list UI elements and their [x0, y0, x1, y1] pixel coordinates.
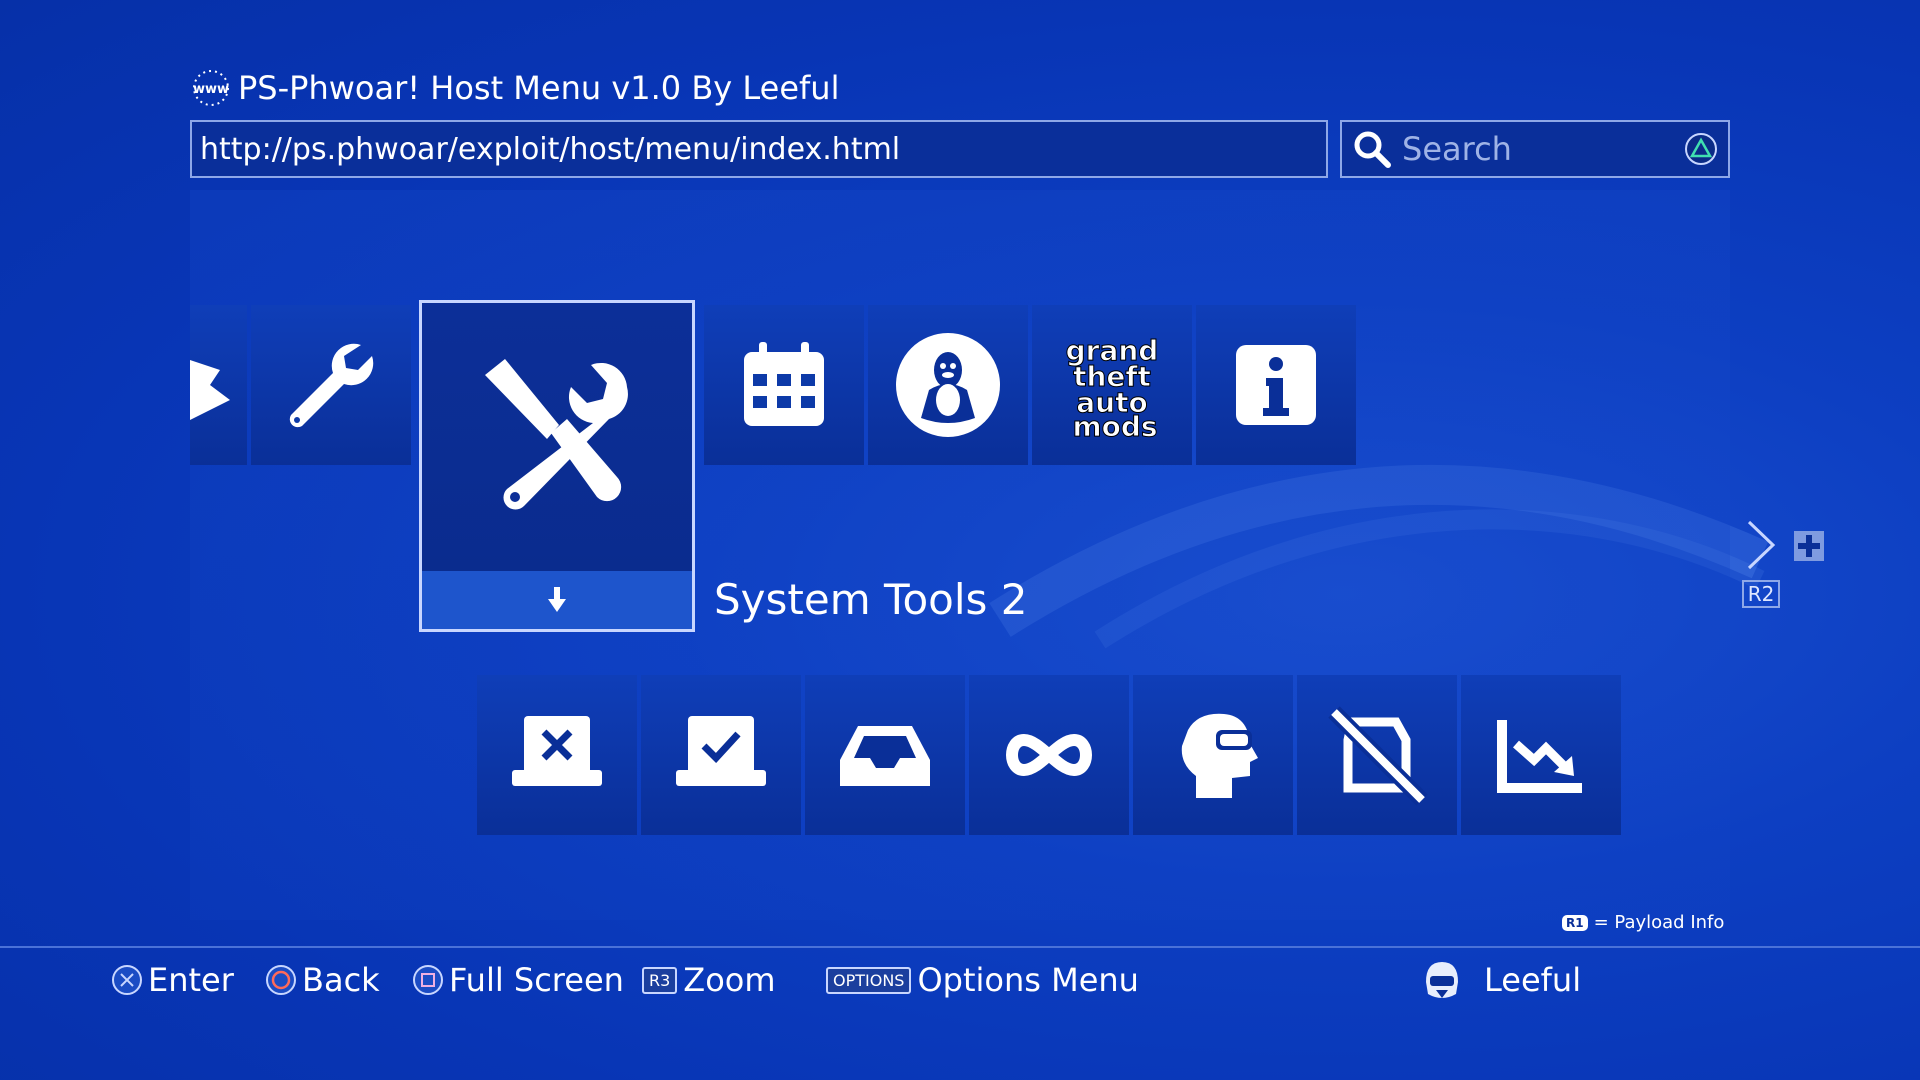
plus-icon: [1794, 531, 1824, 561]
footer-back-label: Back: [302, 961, 380, 999]
footer-full-screen-label: Full Screen: [449, 961, 624, 999]
tile-gta-mods[interactable]: grand theft auto mods: [1032, 305, 1192, 465]
payload-info-text: = Payload Info: [1593, 912, 1725, 933]
tray-check-icon: [676, 716, 766, 786]
tile-tray-x[interactable]: [477, 675, 637, 835]
chevron-right-icon: [1747, 520, 1776, 570]
app-title: www PS-Phwoar! Host Menu v1.0 By Leeful: [190, 68, 839, 108]
linux-tux-icon: [896, 333, 1000, 437]
footer-bar: Enter Back Full Screen R3 Zoom OPTIONS O…: [0, 955, 1920, 1005]
r2-button-hint: R2: [1742, 580, 1780, 608]
tile-head-vr[interactable]: [1133, 675, 1293, 835]
tile-linux[interactable]: [868, 305, 1028, 465]
arrow-down-icon: [548, 587, 566, 612]
search-placeholder: Search: [1402, 130, 1512, 168]
footer-full-screen[interactable]: Full Screen: [413, 955, 624, 1005]
chart-down-icon: [1497, 720, 1582, 793]
footer-divider: [0, 946, 1920, 948]
footer-enter-label: Enter: [148, 961, 234, 999]
tile-calendar[interactable]: [704, 305, 864, 465]
url-text: http://ps.phwoar/exploit/host/menu/index…: [200, 131, 901, 167]
disabled-device-icon: [1328, 706, 1428, 806]
tile-system-tools-2[interactable]: [419, 300, 695, 632]
tray-x-icon: [512, 716, 602, 786]
tile-disabled-device[interactable]: [1297, 675, 1457, 835]
inbox-icon: [840, 726, 930, 786]
footer-zoom[interactable]: R3 Zoom: [642, 955, 776, 1005]
payload-info-hint: R1 = Payload Info: [1562, 912, 1724, 933]
avatar: [1426, 962, 1458, 998]
head-vr-icon: [1181, 713, 1258, 798]
calendar-icon: [744, 342, 824, 426]
tile-tray-check[interactable]: [641, 675, 801, 835]
r1-button-icon: R1: [1562, 914, 1588, 931]
footer-zoom-label: Zoom: [683, 961, 776, 999]
footer-user-name: Leeful: [1484, 961, 1582, 999]
tile-inbox[interactable]: [805, 675, 965, 835]
tile-wrench[interactable]: [251, 305, 411, 465]
selected-item-label: System Tools 2: [714, 575, 1028, 624]
tile-info[interactable]: [1196, 305, 1356, 465]
infinity-icon: [1006, 733, 1092, 777]
square-button-icon: [413, 965, 443, 995]
r3-button-icon: R3: [642, 966, 678, 994]
footer-enter[interactable]: Enter: [112, 955, 234, 1005]
tools-icon: [485, 359, 628, 510]
next-page-nav[interactable]: [1745, 518, 1824, 576]
wrench-icon: [289, 343, 374, 428]
footer-back[interactable]: Back: [266, 955, 380, 1005]
partial-icon: [190, 360, 230, 420]
svg-text:mods: mods: [1072, 410, 1157, 440]
info-icon: [1236, 345, 1316, 425]
cross-button-icon: [112, 965, 142, 995]
tile-partial[interactable]: [190, 305, 247, 465]
footer-options-menu[interactable]: OPTIONS Options Menu: [826, 955, 1139, 1005]
gta-mods-logo: grand theft auto mods: [1065, 334, 1159, 441]
footer-options-menu-label: Options Menu: [917, 961, 1139, 999]
url-bar[interactable]: http://ps.phwoar/exploit/host/menu/index…: [190, 120, 1328, 178]
search-icon: [1354, 131, 1391, 168]
tile-infinity[interactable]: [969, 675, 1129, 835]
options-button-icon: OPTIONS: [826, 966, 912, 994]
triangle-button-icon[interactable]: [1684, 132, 1718, 166]
tile-chart-down[interactable]: [1461, 675, 1621, 835]
www-icon: www: [193, 70, 229, 106]
circle-button-icon: [266, 965, 296, 995]
footer-user[interactable]: Leeful: [1420, 955, 1581, 1005]
search-input[interactable]: Search: [1340, 120, 1730, 178]
svg-text:www: www: [193, 82, 229, 97]
app-title-text: PS-Phwoar! Host Menu v1.0 By Leeful: [238, 69, 840, 107]
